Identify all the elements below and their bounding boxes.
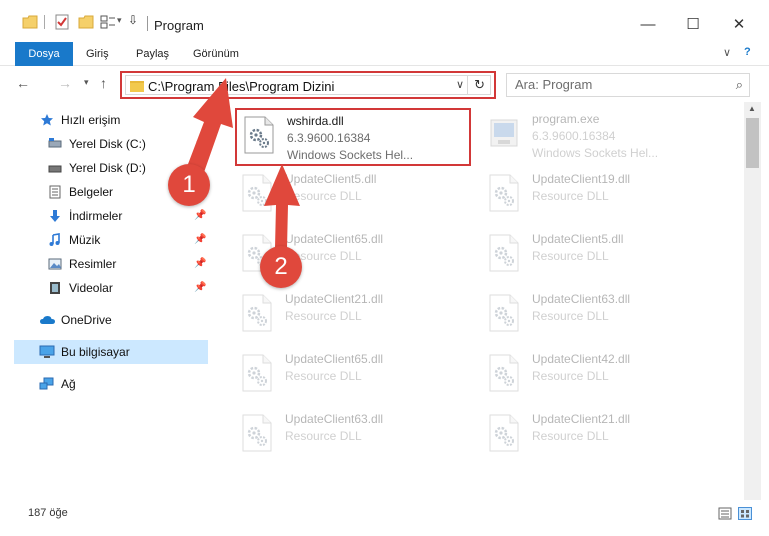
annotation-arrow-1 <box>185 78 233 178</box>
step-2-callout: 2 <box>260 246 302 288</box>
step-1-callout: 1 <box>168 164 210 206</box>
annotation-arrow-2 <box>264 164 300 248</box>
annotation-arrows <box>185 78 300 248</box>
